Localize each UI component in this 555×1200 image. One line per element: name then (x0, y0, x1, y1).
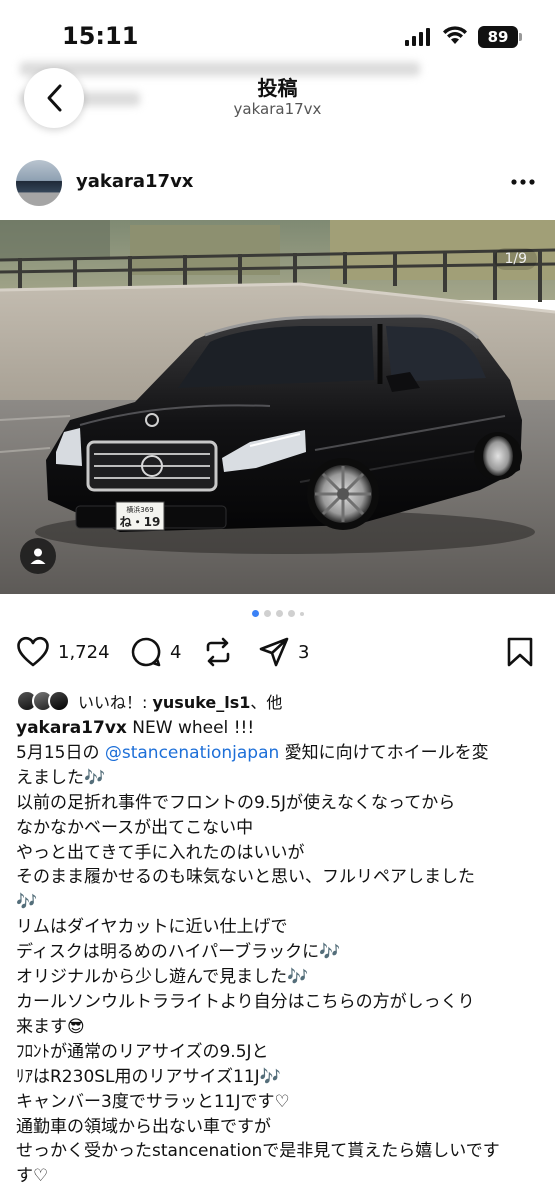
comments-count: 4 (170, 641, 182, 663)
bookmark-icon (507, 637, 533, 667)
liked-by-suffix: 、他 (250, 693, 283, 712)
license-plate-bottom-text: ね・19 (120, 515, 161, 529)
caption-line: やっと出てきて手に入れたのはいいが (16, 842, 305, 863)
send-icon (259, 637, 289, 667)
caption-line: オリジナルから少し遊んで見ました🎶 (16, 967, 309, 988)
mention-link[interactable]: @stancenationjapan (105, 743, 279, 763)
wifi-icon (442, 24, 468, 46)
license-plate-top-text: 横浜369 (126, 505, 153, 514)
post-header: 投稿 yakara17vx (0, 60, 555, 140)
repost-button[interactable] (202, 636, 234, 668)
liked-by-row[interactable]: いいね！: yusuke_ls1、他 (16, 688, 282, 714)
caption-line: 5月15日の @stancenationjapan 愛知に向けてホイールを変 (16, 741, 541, 766)
comment-button[interactable]: 4 (130, 636, 181, 668)
comment-icon (131, 637, 161, 667)
car-photo: 横浜369 ね・19 (0, 220, 555, 594)
page-subtitle: yakara17vx (233, 100, 322, 118)
shares-count: 3 (298, 641, 310, 663)
liked-by-text: いいね！: yusuke_ls1、他 (78, 689, 282, 713)
like-button[interactable]: 1,724 (16, 636, 110, 668)
caption-line: せっかく受かったstancenationで是非見て貰えたら嬉しいです (16, 1141, 500, 1162)
caption-line: ﾘｱはR230SL用のリアサイズ11J🎶 (16, 1066, 281, 1087)
caption-line: 🎶 (16, 892, 38, 913)
caption-line: ディスクは明るめのハイパーブラックに🎶 (16, 942, 341, 963)
tagged-people-button[interactable] (20, 538, 56, 574)
caption-line: カールソンウルトラライトより自分はこちらの方がしっくり (16, 991, 475, 1012)
post-caption: yakara17vx NEW wheel !!! 5月15日の @stancen… (16, 716, 541, 1189)
caption-line: そのまま履かせるのも味気ないと思い、フルリペアしました (16, 867, 475, 888)
caption-line: リムはダイヤカットに近い仕上げで (16, 917, 288, 938)
liked-by-prefix: いいね！: (78, 693, 153, 712)
post-photo[interactable]: 横浜369 ね・19 1/9 (0, 220, 555, 594)
share-button[interactable]: 3 (258, 636, 309, 668)
repost-icon (206, 637, 230, 667)
author-username[interactable]: yakara17vx (76, 171, 193, 192)
more-options-button[interactable] (508, 169, 538, 195)
caption-line: えました🎶 (16, 767, 106, 788)
carousel-dot (251, 610, 259, 617)
caption-line: キャンバー3度でサラッと11Jです♡ (16, 1091, 290, 1112)
post-author-row: yakara17vx (0, 155, 555, 211)
page-title: 投稿 (257, 76, 298, 100)
caption-line: 通勤車の領域から出ない車ですが (16, 1116, 271, 1137)
caption-username[interactable]: yakara17vx (16, 718, 127, 738)
more-icon (511, 179, 535, 185)
carousel-indicator (0, 609, 555, 619)
caption-text: NEW wheel !!! (126, 718, 255, 738)
cellular-signal-icon (405, 28, 431, 46)
carousel-dot (263, 610, 271, 617)
carousel-dot (275, 610, 283, 617)
caption-text: 5月15日の (16, 742, 105, 763)
caption-line: なかなかベースが出てこない中 (16, 817, 254, 838)
carousel-dot (287, 610, 295, 617)
liked-by-user[interactable]: yusuke_ls1 (152, 693, 250, 712)
save-button[interactable] (506, 636, 534, 668)
carousel-dot (299, 612, 304, 616)
status-time: 15:11 (62, 22, 139, 50)
heart-icon (17, 636, 49, 667)
caption-line: 以前の足折れ事件でフロントの9.5Jが使えなくなってから (16, 792, 456, 813)
person-icon (30, 548, 46, 564)
caption-line: yakara17vx NEW wheel !!! (16, 716, 541, 741)
author-avatar[interactable] (16, 160, 62, 206)
caption-line: す♡ (16, 1166, 49, 1187)
battery-icon: 89 (478, 26, 522, 48)
caption-line: 来ます😎 (16, 1016, 85, 1037)
post-actions: 1,724 4 3 (0, 632, 555, 676)
caption-line: ﾌﾛﾝﾄが通常のリアサイズの9.5Jと (16, 1041, 269, 1062)
liker-avatar (48, 690, 70, 712)
caption-text: 愛知に向けてホイールを変 (279, 742, 489, 763)
likes-count: 1,724 (58, 641, 110, 663)
photo-counter: 1/9 (494, 248, 537, 270)
